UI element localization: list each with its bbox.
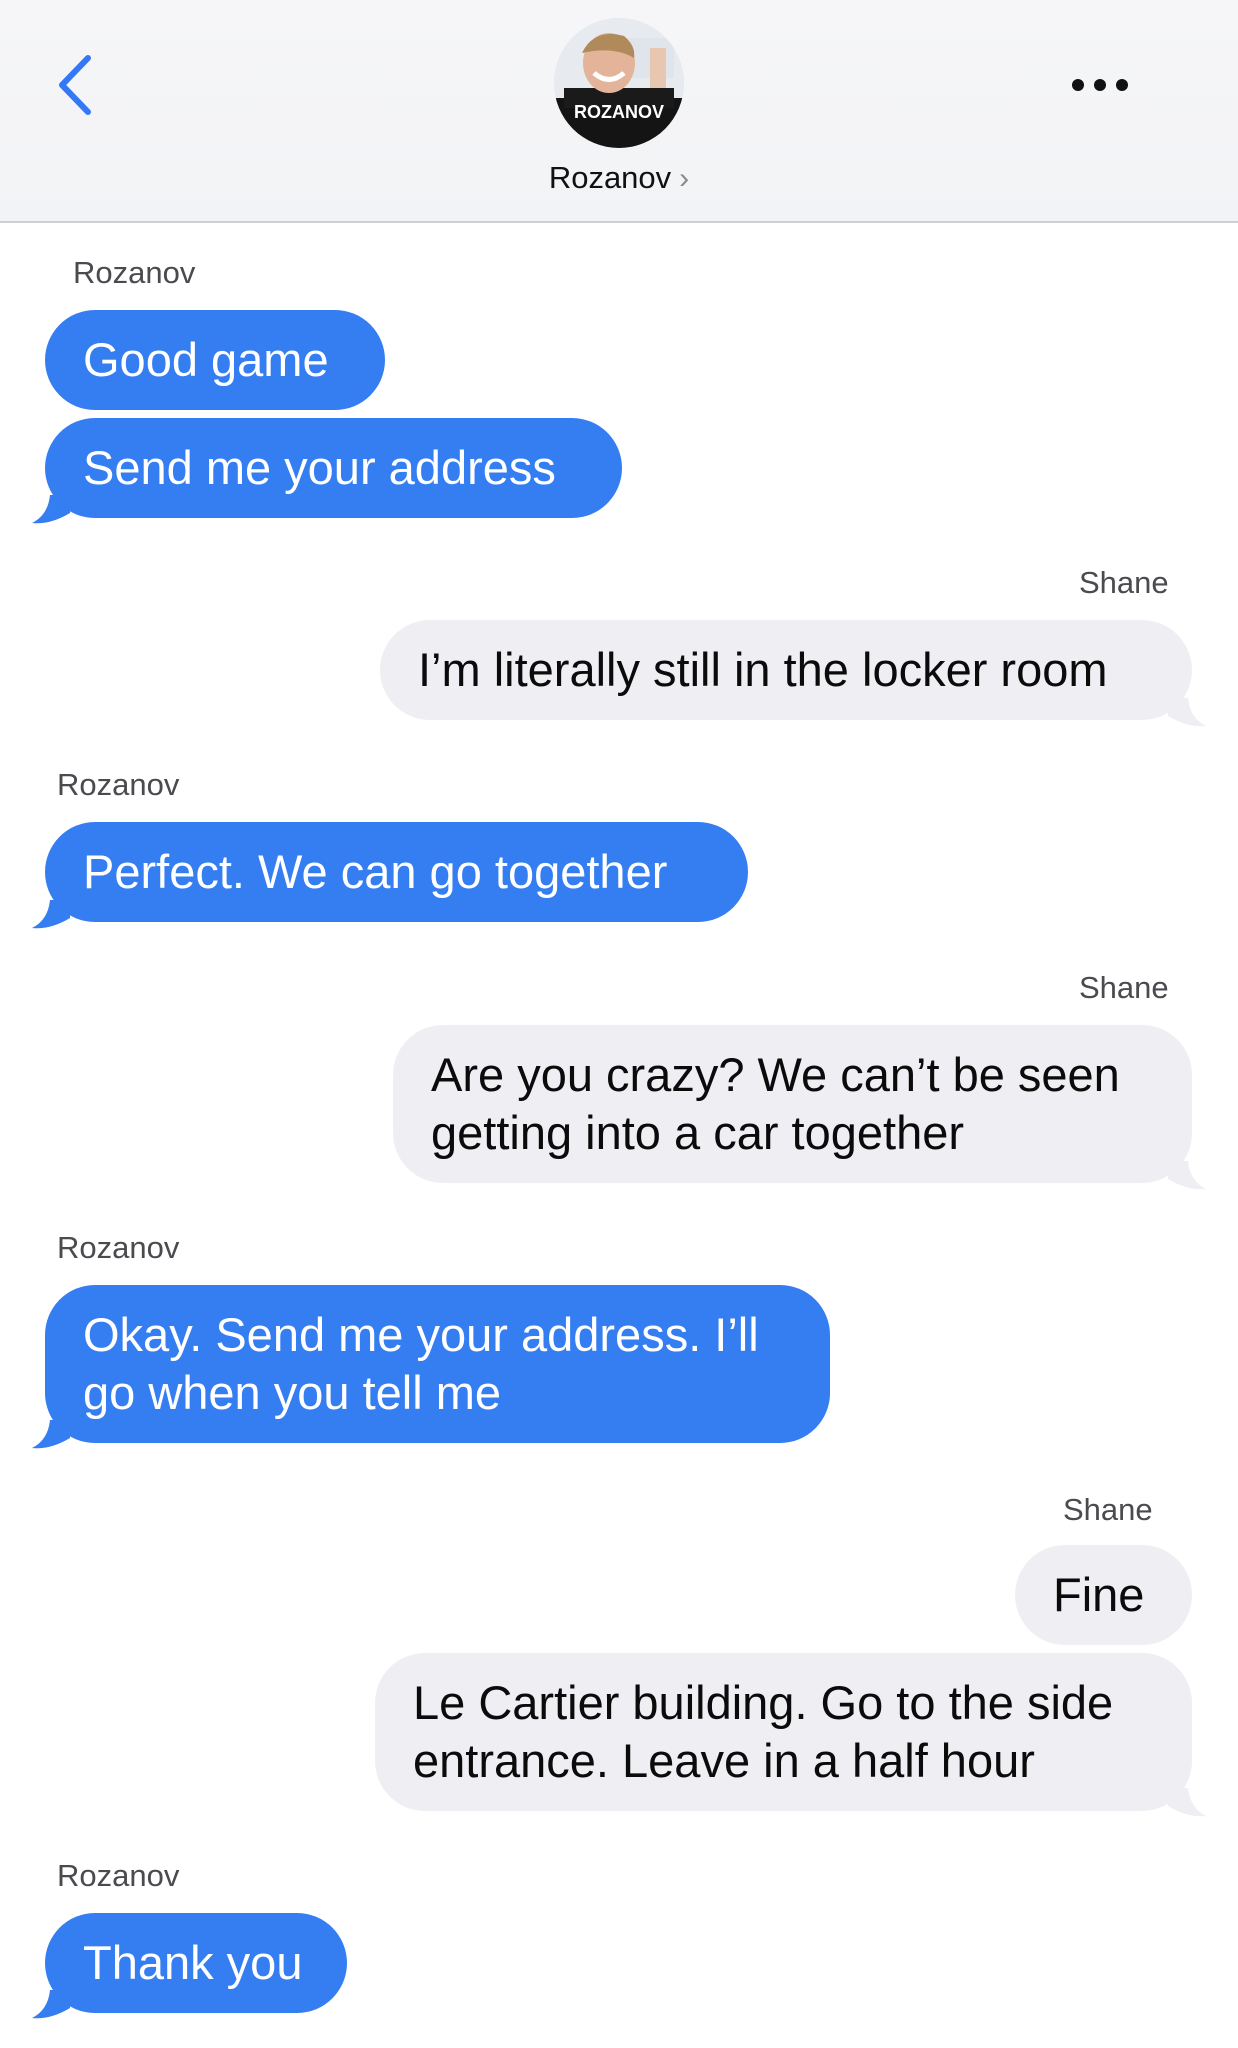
sender-label: Rozanov: [73, 255, 196, 290]
avatar-jersey-text: ROZANOV: [574, 102, 664, 122]
message-bubble-incoming[interactable]: Okay. Send me your address. I’ll go when…: [45, 1285, 830, 1443]
bubble-tail: [32, 900, 70, 929]
sender-label: Rozanov: [57, 1230, 180, 1265]
sender-label: Rozanov: [57, 767, 180, 802]
bubble-tail: [1168, 1161, 1206, 1190]
message-bubble-incoming[interactable]: Good game: [45, 310, 385, 410]
conversation-header: ROZANOV Rozanov ›: [0, 0, 1238, 223]
chevron-left-icon: [59, 55, 91, 115]
message-bubble-outgoing[interactable]: Fine: [1015, 1545, 1192, 1645]
bubble-tail: [32, 495, 70, 524]
sender-label: Shane: [1079, 970, 1169, 1005]
bubble-tail: [1168, 1788, 1206, 1817]
message-bubble-incoming[interactable]: Thank you: [45, 1913, 347, 2013]
sender-label: Shane: [1063, 1492, 1153, 1527]
sender-label: Rozanov: [57, 1858, 180, 1893]
message-bubble-outgoing[interactable]: I’m literally still in the locker room: [380, 620, 1192, 720]
message-bubble-outgoing[interactable]: Le Cartier building. Go to the side entr…: [375, 1653, 1192, 1811]
back-button[interactable]: [50, 50, 110, 120]
bubble-tail: [32, 1420, 70, 1449]
message-bubble-incoming[interactable]: Perfect. We can go together: [45, 822, 748, 922]
message-bubble-incoming[interactable]: Send me your address: [45, 418, 622, 518]
bubble-tail: [1168, 698, 1206, 727]
message-bubble-outgoing[interactable]: Are you crazy? We can’t be seen getting …: [393, 1025, 1192, 1183]
contact-avatar[interactable]: ROZANOV: [554, 18, 684, 148]
more-options-button[interactable]: [1060, 65, 1140, 105]
bubble-tail: [32, 1990, 70, 2019]
more-horizontal-icon: [1072, 79, 1128, 91]
sender-label: Shane: [1079, 565, 1169, 600]
contact-name-button[interactable]: Rozanov ›: [0, 160, 1238, 196]
chevron-right-icon: ›: [679, 162, 690, 195]
contact-name: Rozanov: [548, 160, 672, 195]
